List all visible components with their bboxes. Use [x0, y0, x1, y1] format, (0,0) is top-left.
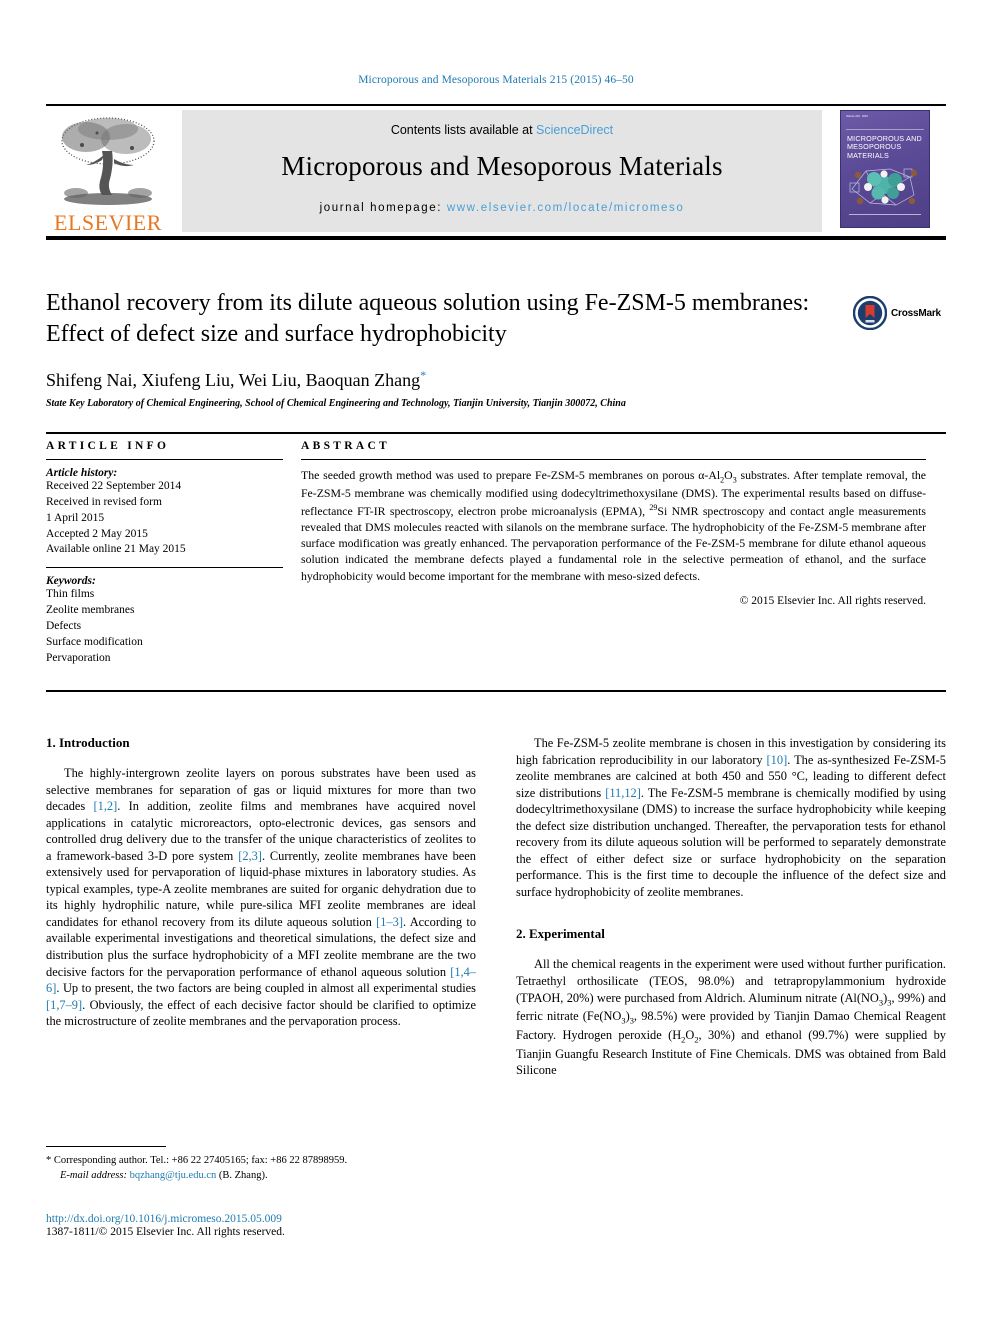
p-seg: . Obviously, the effect of each decisive… [46, 997, 476, 1029]
keyword-item: Surface modification [46, 635, 143, 648]
info-top-rule [46, 432, 946, 434]
doi-block: http://dx.doi.org/10.1016/j.micromeso.20… [46, 1213, 476, 1238]
elsevier-logo: ELSEVIER [46, 110, 170, 234]
abstract-rule [301, 459, 926, 460]
zeolite-molecule-icon [849, 168, 918, 206]
email-link[interactable]: bqzhang@tju.edu.cn [130, 1170, 217, 1181]
intro-paragraph-1: The highly-intergrown zeolite layers on … [46, 765, 476, 1030]
crossmark-icon [853, 296, 887, 330]
contents-line: Contents lists available at ScienceDirec… [182, 110, 822, 137]
crossmark-badge[interactable]: CrossMark [853, 290, 948, 336]
abstract-copyright: © 2015 Elsevier Inc. All rights reserved… [739, 594, 926, 607]
abstract-seg: The seeded growth method was used to pre… [301, 468, 721, 482]
journal-homepage-link[interactable]: www.elsevier.com/locate/micromeso [447, 202, 685, 214]
experimental-paragraph-1: All the chemical reagents in the experim… [516, 956, 946, 1078]
citation-ref[interactable]: [1,7–9] [46, 998, 82, 1012]
journal-homepage-line: journal homepage: www.elsevier.com/locat… [182, 202, 822, 214]
p-seg: O [685, 1028, 695, 1042]
footnote-rule [46, 1146, 166, 1147]
paper-page: Microporous and Mesoporous Materials 215… [0, 0, 992, 1323]
footnote-text: Corresponding author. Tel.: +86 22 27405… [53, 1155, 348, 1166]
sciencedirect-link[interactable]: ScienceDirect [536, 123, 613, 137]
footnote-email-line: E-mail address: bqzhang@tju.edu.cn (B. Z… [46, 1168, 476, 1183]
article-info-column: ARTICLE INFO Article history: Received 2… [46, 440, 301, 667]
affiliation: State Key Laboratory of Chemical Enginee… [46, 398, 626, 410]
elsevier-wordmark: ELSEVIER [54, 210, 162, 235]
journal-masthead: ELSEVIER Contents lists available at Sci… [46, 104, 946, 240]
footnote-marker: * [46, 1155, 52, 1166]
homepage-prefix: journal homepage: [319, 202, 447, 214]
issn-copyright-line: 1387-1811/© 2015 Elsevier Inc. All right… [46, 1226, 285, 1238]
cover-footer [849, 214, 921, 220]
section-heading-introduction: 1. Introduction [46, 735, 130, 750]
email-label: E-mail address: [60, 1170, 127, 1182]
history-line: Accepted 2 May 2015 [46, 527, 148, 540]
journal-cover-image: Volume 215 · 2015 MICROPOROUS AND MESOPO… [840, 110, 930, 228]
abstract-seg: O [724, 468, 733, 482]
cover-title: MICROPOROUS AND MESOPOROUS MATERIALS [847, 134, 922, 160]
author-list: Shifeng Nai, Xiufeng Liu, Wei Liu, Baoqu… [46, 368, 846, 391]
corresponding-author-footnote: * Corresponding author. Tel.: +86 22 274… [46, 1146, 476, 1183]
title-block: Ethanol recovery from its dilute aqueous… [46, 288, 846, 409]
keyword-item: Defects [46, 620, 82, 633]
doi-link[interactable]: http://dx.doi.org/10.1016/j.micromeso.20… [46, 1213, 476, 1225]
body-right-column: The Fe-ZSM-5 zeolite membrane is chosen … [516, 735, 946, 1079]
keyword-item: Zeolite membranes [46, 604, 135, 617]
page-title: Ethanol recovery from its dilute aqueous… [46, 290, 810, 348]
masthead-top-rule [46, 104, 946, 106]
masthead-bottom-rule [46, 236, 946, 240]
body-left-column: 1. Introduction The highly-intergrown ze… [46, 735, 476, 1079]
email-suffix: (B. Zhang). [218, 1170, 268, 1182]
citation-ref[interactable]: [2,3] [238, 849, 262, 863]
author-names: Shifeng Nai, Xiufeng Liu, Wei Liu, Baoqu… [46, 370, 421, 391]
p-seg: . Up to present, the two factors are bei… [56, 981, 476, 996]
abstract-column: ABSTRACT The seeded growth method was us… [301, 440, 926, 667]
cover-topbar-text: Volume 215 · 2015 [846, 115, 868, 118]
citation-ref[interactable]: [11,12] [605, 786, 641, 800]
contents-prefix: Contents lists available at [390, 123, 537, 137]
p-seg: . The Fe-ZSM-5 membrane is chemically mo… [516, 785, 947, 899]
article-history-label: Article history: [46, 467, 118, 479]
running-head: Microporous and Mesoporous Materials 215… [358, 74, 634, 86]
article-info-heading: ARTICLE INFO [46, 440, 170, 452]
intro-paragraph-2: The Fe-ZSM-5 zeolite membrane is chosen … [516, 735, 946, 900]
footnote-corresponding: * Corresponding author. Tel.: +86 22 274… [46, 1153, 476, 1168]
body-columns: 1. Introduction The highly-intergrown ze… [46, 735, 946, 1079]
article-info-rule [46, 459, 283, 460]
citation-ref[interactable]: [1–3] [376, 915, 403, 929]
journal-band: Contents lists available at ScienceDirec… [182, 110, 822, 232]
section-heading-experimental: 2. Experimental [516, 926, 605, 942]
info-abstract-region: ARTICLE INFO Article history: Received 2… [46, 432, 946, 667]
citation-ref[interactable]: [10] [767, 753, 788, 767]
corresponding-author-marker: * [420, 368, 427, 383]
keyword-item: Thin films [46, 588, 95, 601]
elsevier-tree-icon [61, 117, 155, 205]
journal-cover-thumbnail[interactable]: Volume 215 · 2015 MICROPOROUS AND MESOPO… [826, 106, 944, 240]
crossmark-label: CrossMark [891, 307, 941, 319]
journal-title: Microporous and Mesoporous Materials [281, 151, 723, 181]
keywords-rule [46, 567, 283, 569]
keywords-label: Keywords: [46, 575, 96, 588]
history-line: Available online 21 May 2015 [46, 543, 186, 556]
info-bottom-rule [46, 690, 946, 692]
abstract-heading: ABSTRACT [301, 440, 391, 452]
citation-ref[interactable]: [1,2] [94, 799, 118, 813]
abstract-text: The seeded growth method was used to pre… [301, 467, 926, 584]
cover-topbar: Volume 215 · 2015 [846, 115, 924, 130]
history-line: 1 April 2015 [46, 511, 105, 524]
history-line: Received in revised form [46, 495, 162, 508]
keyword-item: Pervaporation [46, 651, 111, 664]
history-line: Received 22 September 2014 [46, 480, 182, 492]
